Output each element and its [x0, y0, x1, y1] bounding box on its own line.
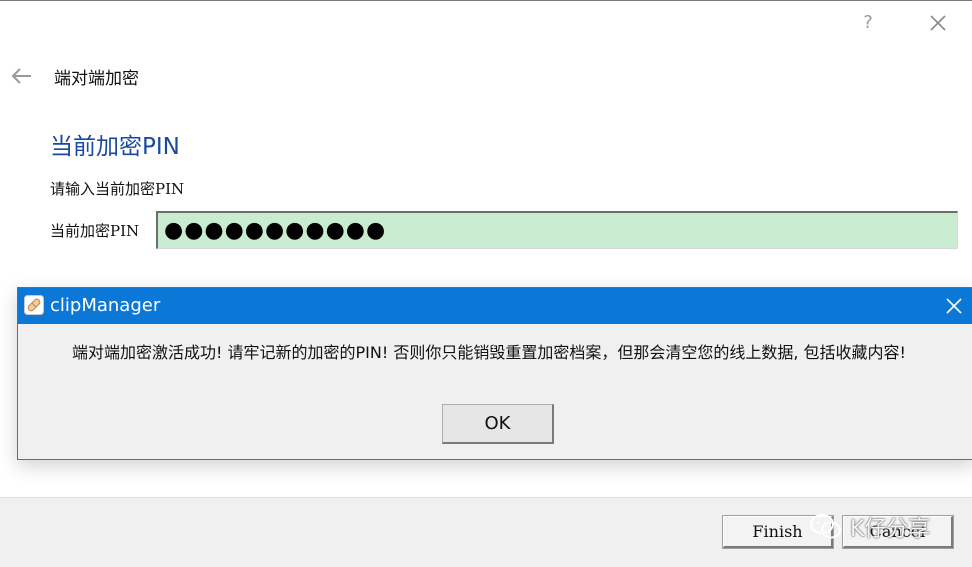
clipmanager-app-icon [24, 295, 44, 315]
dialog-titlebar: clipManager [18, 288, 972, 324]
message-dialog: clipManager 端对端加密激活成功! 请牢记新的加密的PIN! 否则你只… [17, 287, 972, 460]
dialog-message: 端对端加密激活成功! 请牢记新的加密的PIN! 否则你只能销毁重置加密档案，但那… [72, 343, 906, 362]
wizard-window: ? 端对端加密 当前加密PIN 请输入当前加密PIN 当前加密PIN ●●●●●… [0, 0, 972, 567]
close-button[interactable] [924, 9, 952, 37]
instruction-text: 请输入当前加密PIN [50, 180, 185, 198]
close-icon [930, 15, 946, 31]
section-title: 当前加密PIN [50, 134, 180, 160]
pin-input[interactable]: ●●●●●●●●●●● [156, 211, 958, 249]
cancel-button[interactable]: Cancel [843, 516, 953, 548]
arrow-left-icon [11, 68, 31, 84]
dialog-close-button[interactable] [942, 294, 966, 318]
ok-button[interactable]: OK [442, 404, 554, 444]
dialog-title: clipManager [50, 295, 161, 316]
wizard-title: 端对端加密 [54, 69, 139, 89]
close-icon [946, 298, 962, 314]
back-button[interactable] [10, 65, 34, 87]
pin-field-label: 当前加密PIN [50, 222, 140, 240]
finish-button[interactable]: Finish [723, 516, 833, 548]
help-button[interactable]: ? [858, 11, 878, 35]
